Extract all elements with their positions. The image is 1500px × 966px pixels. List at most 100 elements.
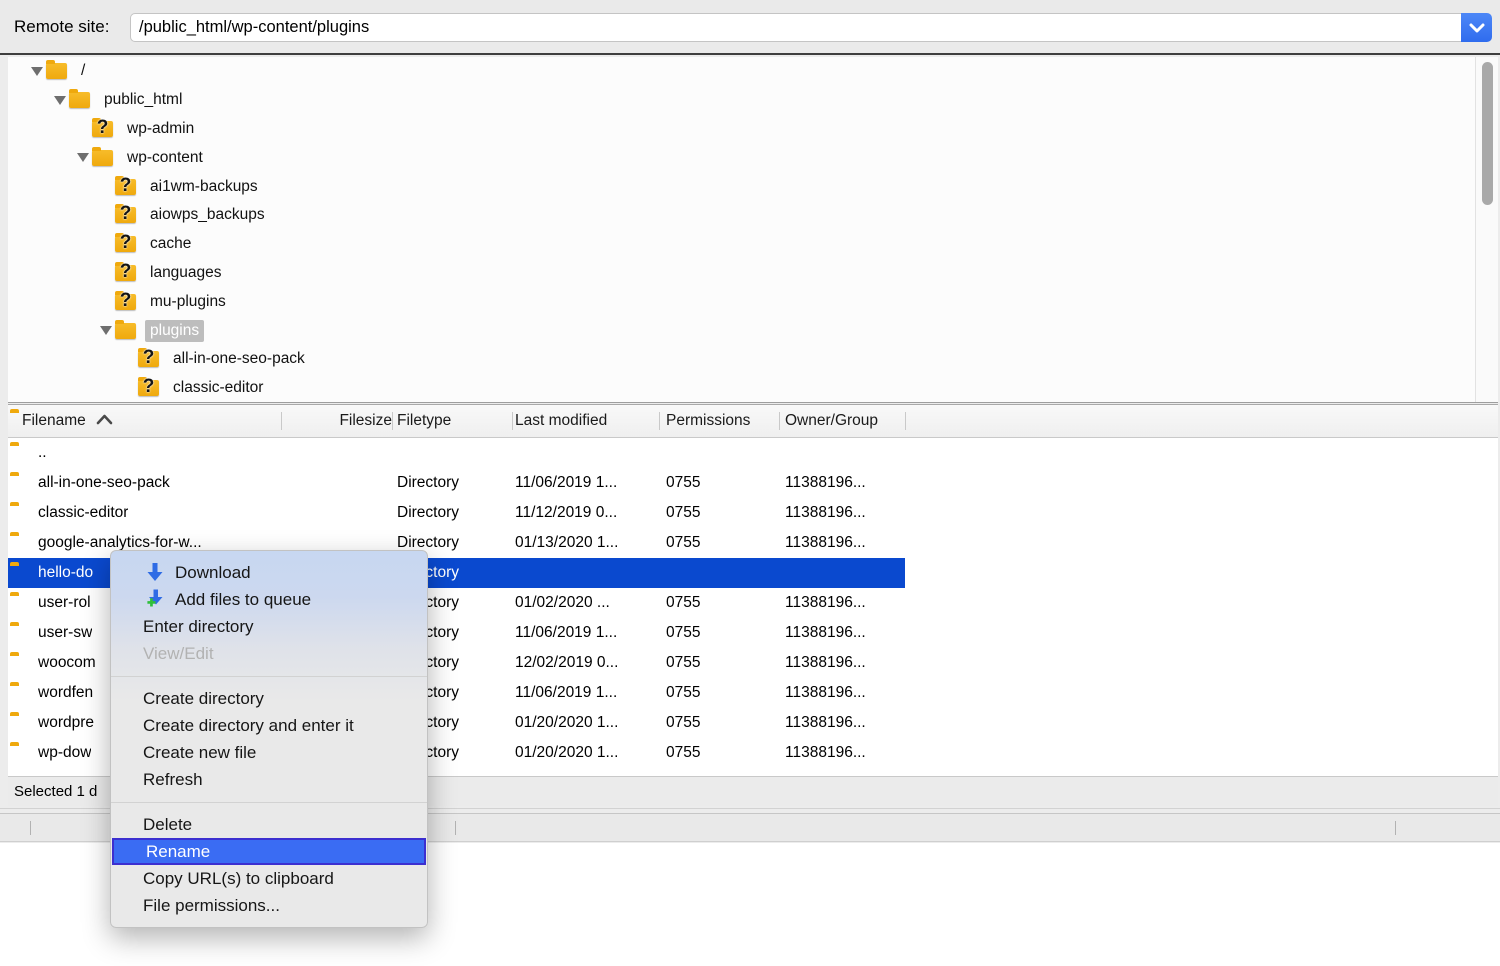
tree-item-aiowps-backups[interactable]: ? aiowps_backups xyxy=(8,201,1498,230)
menu-separator xyxy=(111,667,427,685)
cell-modified: 01/20/2020 1... xyxy=(515,708,618,738)
path-dropdown-button[interactable] xyxy=(1461,13,1492,42)
tree-item-label: wp-admin xyxy=(122,118,199,140)
menu-item-download[interactable]: Download xyxy=(111,559,427,586)
menu-item-label: Add files to queue xyxy=(175,590,311,610)
remote-site-bar: Remote site: xyxy=(0,0,1500,55)
folder-question-icon: ? xyxy=(115,207,136,223)
column-resize-handle[interactable] xyxy=(659,412,660,430)
remote-path-input[interactable] xyxy=(130,13,1461,42)
folder-question-icon: ? xyxy=(115,179,136,195)
cell-type: Directory xyxy=(397,468,459,498)
tree-item-ai1wm-backups[interactable]: ? ai1wm-backups xyxy=(8,172,1498,201)
cell-owner: 11388196... xyxy=(785,648,866,678)
cell-permissions: 0755 xyxy=(666,618,700,648)
expand-triangle-icon[interactable] xyxy=(51,91,69,109)
menu-item-create-directory-and-enter-it[interactable]: Create directory and enter it xyxy=(111,712,427,739)
folder-question-icon: ? xyxy=(138,380,159,396)
column-resize-handle[interactable] xyxy=(905,412,906,430)
download-arrow-icon xyxy=(142,561,168,584)
tree-item-all-in-one-seo-pack[interactable]: ? all-in-one-seo-pack xyxy=(8,345,1498,374)
cell-name: wordpre xyxy=(38,708,94,738)
cell-modified: 11/06/2019 1... xyxy=(515,678,617,708)
tree-item-label: ai1wm-backups xyxy=(145,176,263,198)
tree-item-wp-content[interactable]: wp-content xyxy=(8,143,1498,172)
cell-name: hello-do xyxy=(38,558,93,588)
expand-triangle-icon[interactable] xyxy=(74,149,92,167)
cell-name: all-in-one-seo-pack xyxy=(38,468,170,498)
folder-icon xyxy=(92,150,113,166)
tree-item-wp-admin[interactable]: ? wp-admin xyxy=(8,115,1498,144)
chevron-down-icon xyxy=(1469,23,1485,33)
table-row[interactable]: all-in-one-seo-pack Directory 11/06/2019… xyxy=(8,468,1498,498)
menu-item-enter-directory[interactable]: Enter directory xyxy=(111,613,427,640)
column-resize-handle[interactable] xyxy=(281,412,282,430)
column-resize-handle[interactable] xyxy=(779,412,780,430)
cell-permissions: 0755 xyxy=(666,708,700,738)
menu-item-copy-url-s-to-clipboard[interactable]: Copy URL(s) to clipboard xyxy=(111,865,427,892)
menu-item-view-edit: View/Edit xyxy=(111,640,427,667)
cell-owner: 11388196... xyxy=(785,498,866,528)
cell-name: wp-dow xyxy=(38,738,91,768)
add-to-queue-icon xyxy=(142,588,168,611)
tree-item-[interactable]: / xyxy=(8,57,1498,86)
cell-permissions: 0755 xyxy=(666,468,700,498)
menu-item-label: Download xyxy=(175,563,251,583)
tree-item-plugins[interactable]: plugins xyxy=(8,316,1498,345)
table-row[interactable]: .. xyxy=(8,438,1498,468)
menu-item-label: Enter directory xyxy=(143,617,254,637)
expand-triangle-icon[interactable] xyxy=(28,62,46,80)
folder-icon xyxy=(69,92,90,108)
queue-column-divider xyxy=(30,821,31,835)
tree-item-label: languages xyxy=(145,262,227,284)
menu-item-refresh[interactable]: Refresh xyxy=(111,766,427,793)
tree-item-label: mu-plugins xyxy=(145,291,231,313)
expand-triangle-icon xyxy=(120,379,138,397)
table-row[interactable]: classic-editor Directory 11/12/2019 0...… xyxy=(8,498,1498,528)
tree-scrollbar-thumb[interactable] xyxy=(1482,62,1493,205)
tree-item-classic-editor[interactable]: ? classic-editor xyxy=(8,374,1498,403)
tree-item-mu-plugins[interactable]: ? mu-plugins xyxy=(8,287,1498,316)
queue-column-divider xyxy=(455,821,456,835)
tree-item-public-html[interactable]: public_html xyxy=(8,86,1498,115)
menu-item-label: Rename xyxy=(146,842,210,862)
menu-separator xyxy=(111,793,427,811)
menu-item-file-permissions[interactable]: File permissions... xyxy=(111,892,427,919)
menu-item-delete[interactable]: Delete xyxy=(111,811,427,838)
cell-name: .. xyxy=(38,438,47,468)
tree-item-label: public_html xyxy=(99,89,187,111)
filezilla-remote-panel: Remote site: / public_html ? wp-admin wp… xyxy=(0,0,1500,966)
tree-item-cache[interactable]: ? cache xyxy=(8,230,1498,259)
folder-icon xyxy=(46,63,67,79)
expand-triangle-icon xyxy=(97,235,115,253)
expand-triangle-icon[interactable] xyxy=(97,322,115,340)
menu-item-create-new-file[interactable]: Create new file xyxy=(111,739,427,766)
tree-item-languages[interactable]: ? languages xyxy=(8,259,1498,288)
folder-icon xyxy=(115,323,136,339)
cell-owner: 11388196... xyxy=(785,588,866,618)
cell-modified: 01/13/2020 1... xyxy=(515,528,618,558)
expand-triangle-icon xyxy=(97,293,115,311)
tree-item-label: plugins xyxy=(145,320,204,342)
expand-triangle-icon xyxy=(97,206,115,224)
cell-modified: 12/02/2019 0... xyxy=(515,648,618,678)
menu-item-add-files-to-queue[interactable]: Add files to queue xyxy=(111,586,427,613)
cell-permissions: 0755 xyxy=(666,678,700,708)
tree-item-label: wp-content xyxy=(122,147,208,169)
remote-directory-tree: / public_html ? wp-admin wp-content ? ai… xyxy=(8,57,1498,403)
column-resize-handle[interactable] xyxy=(392,412,393,430)
cell-modified: 01/02/2020 ... xyxy=(515,588,610,618)
cell-type: Directory xyxy=(397,498,459,528)
expand-triangle-icon xyxy=(120,350,138,368)
cell-permissions: 0755 xyxy=(666,528,700,558)
menu-item-label: Create new file xyxy=(143,743,256,763)
menu-item-rename[interactable]: Rename xyxy=(112,838,426,865)
queue-column-divider xyxy=(1395,821,1396,835)
tree-scrollbar-track[interactable] xyxy=(1475,57,1498,402)
menu-item-create-directory[interactable]: Create directory xyxy=(111,685,427,712)
cell-name: user-sw xyxy=(38,618,92,648)
cell-permissions: 0755 xyxy=(666,738,700,768)
column-resize-handle[interactable] xyxy=(512,412,513,430)
tree-item-label: classic-editor xyxy=(168,377,268,399)
tree-item-label: all-in-one-seo-pack xyxy=(168,348,310,370)
